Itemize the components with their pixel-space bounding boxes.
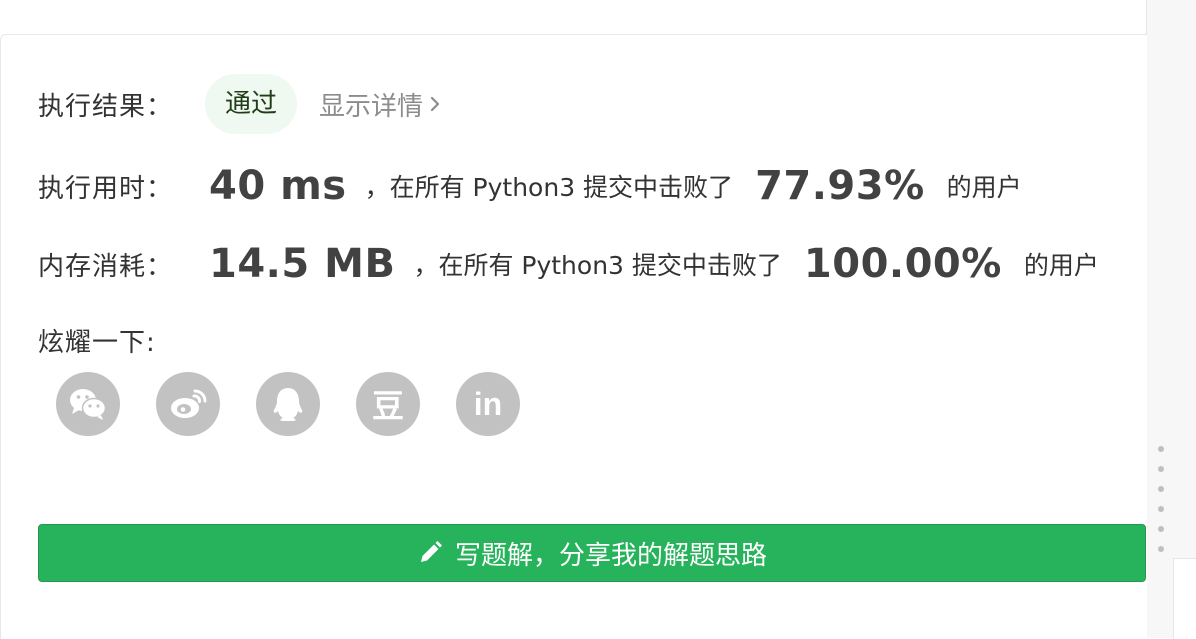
memory-label: 内存消耗： bbox=[38, 251, 174, 282]
memory-row: 内存消耗： 14.5 MB ，在所有 Python3 提交中击败了 100.00… bbox=[38, 236, 1099, 292]
handle-dot bbox=[1158, 546, 1164, 552]
share-qq-button[interactable] bbox=[256, 372, 320, 436]
runtime-beat-text: ，在所有 Python3 提交中击败了 bbox=[364, 173, 734, 202]
write-solution-button[interactable]: 写题解，分享我的解题思路 bbox=[38, 524, 1146, 582]
share-buttons: 豆 in bbox=[56, 372, 556, 436]
share-label: 炫耀一下: bbox=[38, 327, 156, 358]
handle-dot bbox=[1158, 506, 1164, 512]
douban-icon: 豆 bbox=[371, 388, 404, 424]
wechat-icon bbox=[70, 389, 107, 420]
side-panel bbox=[1146, 0, 1196, 639]
share-linkedin-button[interactable]: in bbox=[456, 372, 520, 436]
weibo-icon bbox=[171, 389, 207, 418]
runtime-row: 执行用时： 40 ms ，在所有 Python3 提交中击败了 77.93% 的… bbox=[38, 158, 1022, 214]
write-solution-label: 写题解，分享我的解题思路 bbox=[454, 540, 767, 571]
handle-dot bbox=[1158, 466, 1164, 472]
share-wechat-button[interactable] bbox=[56, 372, 120, 436]
runtime-label: 执行用时： bbox=[38, 173, 174, 204]
share-row-label: 炫耀一下: bbox=[38, 320, 156, 360]
result-row: 执行结果： 通过 显示详情 bbox=[38, 74, 441, 134]
memory-beat-text: ，在所有 Python3 提交中击败了 bbox=[413, 251, 782, 280]
pencil-icon bbox=[420, 541, 442, 562]
result-label: 执行结果： bbox=[38, 91, 174, 122]
show-details-link[interactable]: 显示详情 bbox=[319, 86, 441, 123]
resize-handle[interactable] bbox=[1155, 446, 1167, 558]
handle-dot bbox=[1158, 446, 1164, 452]
memory-percent: 100.00% bbox=[803, 241, 1002, 287]
share-douban-button[interactable]: 豆 bbox=[356, 372, 420, 436]
runtime-value: 40 ms bbox=[209, 163, 347, 209]
memory-users-text: 的用户 bbox=[1023, 251, 1099, 280]
memory-value: 14.5 MB bbox=[209, 241, 396, 287]
side-panel-footer bbox=[1173, 558, 1196, 639]
share-weibo-button[interactable] bbox=[156, 372, 220, 436]
show-details-label: 显示详情 bbox=[319, 91, 424, 122]
linkedin-icon: in bbox=[473, 385, 503, 422]
status-badge: 通过 bbox=[205, 74, 298, 134]
chevron-right-icon bbox=[430, 96, 440, 112]
runtime-users-text: 的用户 bbox=[946, 173, 1022, 202]
handle-dot bbox=[1158, 526, 1164, 532]
qq-icon bbox=[273, 388, 303, 421]
handle-dot bbox=[1158, 486, 1164, 492]
runtime-percent: 77.93% bbox=[755, 163, 925, 209]
